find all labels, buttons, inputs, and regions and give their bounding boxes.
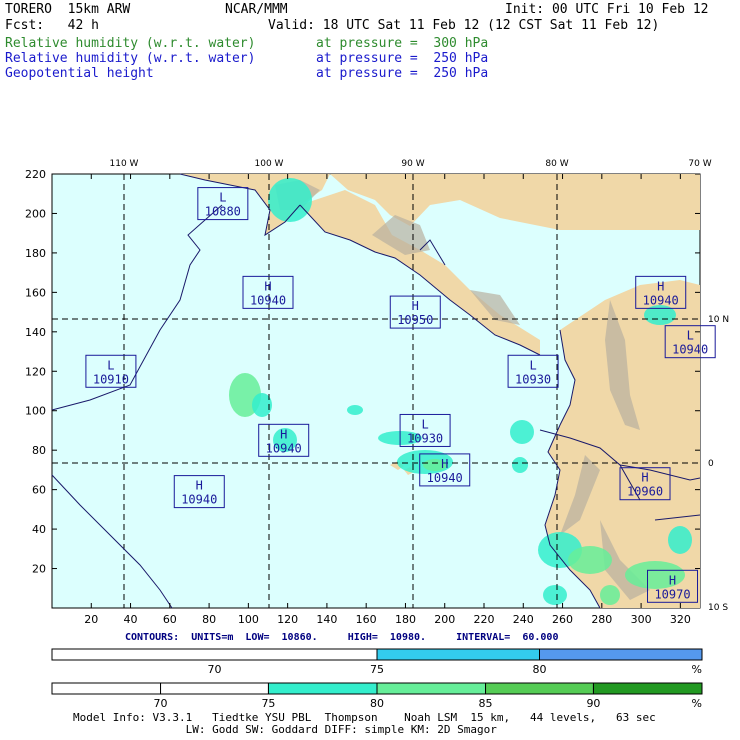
center-type-3: L [107, 358, 114, 372]
colorbar-rh-250-segment-0 [51, 682, 162, 695]
y-tick-label-9: 200 [25, 207, 46, 220]
lon-label-1: 100 W [255, 159, 284, 169]
colorbar-rh-300-segment-2 [539, 648, 703, 661]
y-tick-label-4: 100 [25, 405, 46, 418]
x-tick-label-6: 140 [316, 613, 337, 626]
center-value-5: 10940 [643, 293, 679, 307]
x-tick-label-7: 160 [356, 613, 377, 626]
center-value-2: 10950 [397, 313, 433, 327]
y-tick-label-7: 160 [25, 286, 46, 299]
center-type-10: H [196, 479, 203, 493]
colorbar-rh-250-label-5: % [692, 697, 702, 710]
contour-info: CONTOURS: UNITS=m LOW= 10860. HIGH= 1098… [125, 632, 559, 643]
center-value-7: 10940 [266, 441, 302, 455]
colorbar-rh-250-label-0: 70 [154, 697, 168, 710]
humidity-patch-12 [668, 526, 692, 554]
humidity-patch-13 [268, 178, 312, 222]
center-type-12: H [669, 573, 676, 587]
lat-label-1: 0 [708, 459, 714, 469]
center-type-5: H [657, 279, 664, 293]
colorbar-rh-250-label-2: 80 [370, 697, 384, 710]
x-tick-label-8: 180 [395, 613, 416, 626]
lat-label-2: 10 S [708, 603, 728, 613]
center-type-4: L [529, 358, 536, 372]
center-type-11: H [641, 471, 648, 485]
x-tick-label-0: 20 [84, 613, 98, 626]
x-tick-label-10: 220 [474, 613, 495, 626]
colorbar-rh-300-label-0: 70 [208, 663, 222, 676]
humidity-patch-3 [347, 405, 363, 415]
center-value-6: 10940 [672, 343, 708, 357]
x-tick-label-14: 300 [631, 613, 652, 626]
center-value-0: 10880 [205, 205, 241, 219]
y-tick-label-8: 180 [25, 247, 46, 260]
x-tick-label-11: 240 [513, 613, 534, 626]
humidity-patch-15 [543, 585, 567, 605]
y-tick-label-1: 40 [32, 523, 46, 536]
x-tick-label-13: 280 [591, 613, 612, 626]
x-tick-label-9: 200 [434, 613, 455, 626]
center-value-12: 10970 [654, 587, 690, 601]
x-tick-label-12: 260 [552, 613, 573, 626]
colorbar-rh-300-segment-1 [376, 648, 540, 661]
x-tick-label-1: 40 [124, 613, 138, 626]
colorbar-rh-250-segment-2 [267, 682, 378, 695]
colorbar-rh-250-label-3: 85 [479, 697, 493, 710]
center-value-11: 10960 [627, 485, 663, 499]
x-tick-label-5: 120 [277, 613, 298, 626]
center-value-4: 10930 [515, 372, 551, 386]
colorbar-rh-250-segment-3 [376, 682, 487, 695]
center-type-6: L [687, 329, 694, 343]
colorbar-rh-300-segment-0 [51, 648, 378, 661]
lon-label-3: 80 W [545, 159, 568, 169]
model-physics: LW: Godd SW: Goddard DIFF: simple KM: 2D… [73, 723, 497, 736]
y-tick-label-3: 80 [32, 444, 46, 457]
humidity-patch-10 [568, 546, 612, 574]
center-value-9: 10940 [427, 471, 463, 485]
colorbar-rh-300-label-2: 80 [533, 663, 547, 676]
colorbar-rh-250-segment-5 [592, 682, 703, 695]
x-tick-label-2: 60 [163, 613, 177, 626]
colorbar-rh-250-label-1: 75 [261, 697, 275, 710]
colorbar-rh-250-segment-1 [160, 682, 269, 695]
humidity-patch-8 [512, 457, 528, 473]
center-value-3: 10910 [93, 372, 129, 386]
center-type-7: H [280, 427, 287, 441]
center-type-9: H [441, 457, 448, 471]
colorbar-rh-250-label-4: 90 [586, 697, 600, 710]
humidity-patch-16 [600, 585, 620, 605]
center-type-0: L [219, 191, 226, 205]
center-value-8: 10930 [407, 431, 443, 445]
colorbar-rh-300-label-1: 75 [370, 663, 384, 676]
x-tick-label-3: 80 [202, 613, 216, 626]
colorbar-rh-300-label-3: % [692, 663, 702, 676]
y-tick-label-10: 220 [25, 168, 46, 181]
weather-map: 20 40 60 80 100 120 140 160 180 200 220 240 260 280 30… [25, 159, 729, 710]
center-value-10: 10940 [181, 493, 217, 507]
lon-label-0: 110 W [110, 159, 139, 169]
y-tick-label-5: 120 [25, 365, 46, 378]
center-type-1: H [264, 279, 271, 293]
y-tick-label-2: 60 [32, 484, 46, 497]
center-value-1: 10940 [250, 293, 286, 307]
y-tick-label-0: 20 [32, 563, 46, 576]
lon-label-2: 90 W [401, 159, 424, 169]
lat-label-0: 10 N [708, 315, 729, 325]
lon-label-4: 70 W [688, 159, 711, 169]
center-type-8: L [421, 417, 428, 431]
center-type-2: H [412, 299, 419, 313]
x-tick-label-4: 100 [238, 613, 259, 626]
humidity-patch-7 [510, 420, 534, 444]
x-tick-label-15: 320 [670, 613, 691, 626]
colorbar-rh-250-segment-4 [485, 682, 594, 695]
y-tick-label-6: 140 [25, 326, 46, 339]
